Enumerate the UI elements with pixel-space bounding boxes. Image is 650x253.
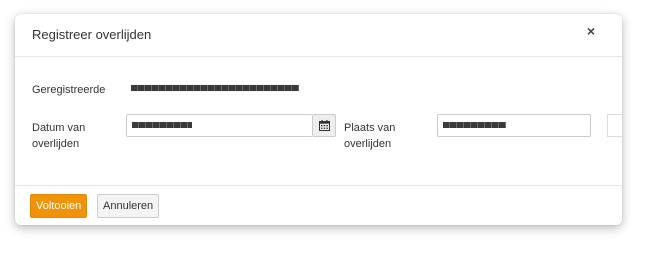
dialog-header: Registreer overlijden × (15, 14, 622, 57)
date-of-death-label-line2: overlijden (32, 138, 80, 150)
place-of-death-input[interactable] (437, 114, 591, 137)
dialog-footer: Voltooien Annuleren (15, 185, 622, 225)
place-of-death-label-line2: overlijden (344, 138, 392, 150)
complete-button[interactable]: Voltooien (30, 194, 88, 218)
calendar-icon (318, 120, 330, 131)
dialog-title: Registreer overlijden (32, 27, 152, 42)
place-of-death-label: Plaats van overlijden (344, 120, 395, 152)
date-of-death-value-redacted (132, 122, 192, 128)
registered-label: Geregistreerde (32, 84, 106, 96)
place-of-death-value-redacted (443, 122, 506, 128)
registered-value-redacted (131, 85, 299, 91)
date-of-death-label-line1: Datum van (32, 122, 86, 134)
register-death-dialog: Registreer overlijden × Geregistreerde D… (15, 14, 622, 225)
date-picker-button[interactable] (313, 114, 336, 137)
extra-field-edge (607, 114, 622, 137)
cancel-button[interactable]: Annuleren (97, 194, 160, 218)
date-of-death-input[interactable] (126, 114, 313, 137)
close-button[interactable]: × (587, 23, 595, 39)
place-of-death-label-line1: Plaats van (344, 122, 396, 134)
date-of-death-label: Datum van overlijden (32, 120, 85, 152)
